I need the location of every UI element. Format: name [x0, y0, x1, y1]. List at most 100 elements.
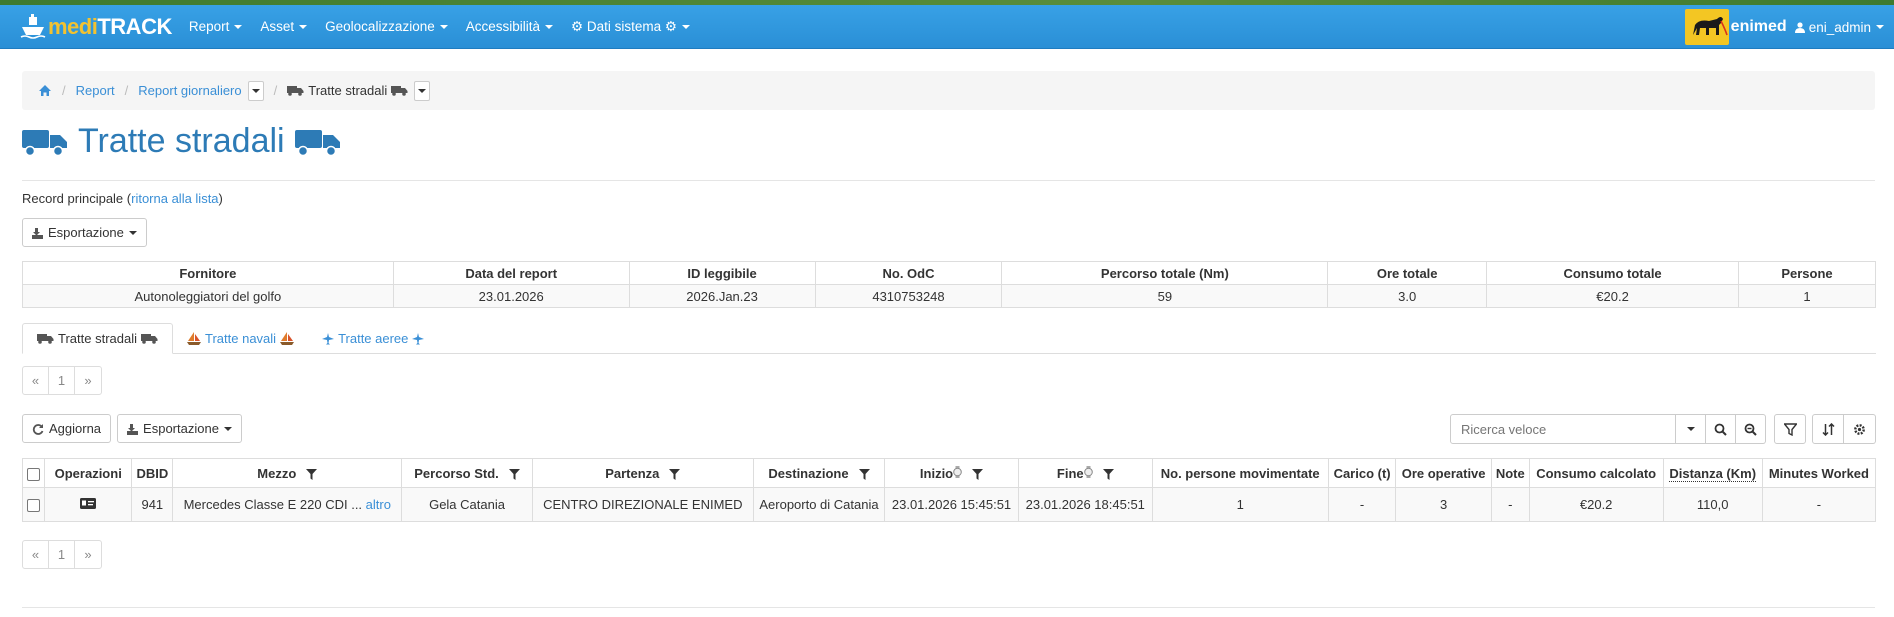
truck-icon	[141, 334, 158, 344]
watch-icon	[1083, 465, 1093, 478]
column-header-mezzo[interactable]: Mezzo	[172, 458, 403, 488]
clear-search-button[interactable]	[1736, 414, 1766, 444]
column-header-distanza[interactable]: Distanza (Km)	[1662, 458, 1763, 488]
sort-button[interactable]	[1812, 414, 1844, 444]
column-header[interactable]: Ore operative	[1395, 458, 1492, 488]
filter-icon[interactable]	[508, 468, 520, 480]
grid-export-button-label: Esportazione	[143, 421, 219, 436]
filter-icon[interactable]	[972, 468, 984, 480]
menu-asset[interactable]: Asset	[251, 5, 316, 49]
tab-tratte-aeree-label: Tratte aeree	[338, 331, 409, 346]
menu-report[interactable]: Report	[180, 5, 252, 49]
pagination-next[interactable]: »	[75, 367, 101, 394]
summary-header: Consumo totale	[1486, 261, 1739, 285]
chevron-down-icon	[1686, 427, 1695, 431]
row-checkbox[interactable]	[27, 499, 40, 513]
toolbar-right	[1450, 414, 1876, 444]
pagination-page[interactable]: 1	[49, 541, 75, 568]
summary-cell: 59	[1001, 284, 1329, 308]
column-header[interactable]: Note	[1490, 458, 1530, 488]
filter-icon[interactable]	[1102, 468, 1114, 480]
home-icon[interactable]	[38, 84, 52, 97]
menu-geolocalizzazione[interactable]: Geolocalizzazione	[316, 5, 457, 49]
filter-icon[interactable]	[858, 468, 870, 480]
column-header-destinazione[interactable]: Destinazione	[752, 458, 886, 488]
column-header[interactable]: Carico (t)	[1327, 458, 1397, 488]
pagination-page[interactable]: 1	[49, 367, 75, 394]
tab-tratte-stradali-label: Tratte stradali	[58, 331, 137, 346]
brand-name-part2: TRACK	[97, 13, 172, 39]
column-header[interactable]: DBID	[131, 458, 174, 488]
column-header[interactable]: No. persone movimentate	[1151, 458, 1329, 488]
brand-logo[interactable]: medi TRACK	[20, 5, 172, 49]
ore-cell: 3	[1395, 487, 1492, 522]
export-button[interactable]: Esportazione	[22, 218, 147, 247]
pagination-prev[interactable]: «	[23, 367, 49, 394]
sailboat-icon	[280, 332, 295, 345]
breadcrumb-report[interactable]: Report	[76, 83, 115, 98]
chevron-down-icon	[439, 24, 448, 29]
gear-icon	[1854, 423, 1865, 435]
destinazione-cell: Aeroporto di Catania	[752, 487, 886, 522]
search-button[interactable]	[1706, 414, 1736, 444]
navbar: medi TRACK Report Asset Geolocalizzazione…	[0, 5, 1894, 49]
summary-header: Percorso totale (Nm)	[1001, 261, 1329, 285]
breadcrumb-dropdown-button[interactable]	[414, 80, 431, 101]
column-header-label: Mezzo	[257, 465, 297, 481]
column-header-fine[interactable]: Fine	[1017, 458, 1153, 488]
mezzo-more-link[interactable]: altro	[366, 497, 391, 512]
pagination-prev[interactable]: «	[23, 541, 49, 568]
filter-icon[interactable]	[306, 468, 318, 480]
back-to-list-link[interactable]: ritorna alla lista	[131, 191, 218, 206]
chevron-down-icon	[251, 88, 260, 93]
ship-icon	[20, 13, 46, 39]
settings-button[interactable]	[1844, 414, 1876, 444]
column-header[interactable]: Minutes Worked	[1761, 458, 1877, 488]
menu-accessibilita[interactable]: Accessibilità	[457, 5, 562, 49]
distanza-cell: 110,0	[1662, 487, 1763, 522]
breadcrumb-dropdown-button[interactable]	[247, 80, 264, 101]
menu-dati-sistema[interactable]: ⚙ Dati sistema ⚙	[562, 5, 699, 49]
sort-icon	[1821, 422, 1835, 436]
column-header-percorso[interactable]: Percorso Std.	[401, 458, 533, 488]
chevron-down-icon	[1876, 25, 1884, 29]
column-header[interactable]: Operazioni	[43, 458, 133, 488]
summary-cell: 2026.Jan.23	[628, 284, 816, 308]
filter-icon[interactable]	[669, 468, 681, 480]
column-header-partenza[interactable]: Partenza	[531, 458, 754, 488]
breadcrumb-report-giornaliero[interactable]: Report giornaliero	[138, 83, 241, 98]
enimed-wordmark-part2: med	[1753, 18, 1787, 35]
refresh-button[interactable]: Aggiorna	[22, 414, 112, 443]
tab-tratte-navali[interactable]: Tratte navali	[173, 323, 308, 354]
tab-tratte-aeree[interactable]: Tratte aeree	[308, 323, 438, 354]
summary-header: Persone	[1737, 261, 1877, 285]
chevron-down-icon	[234, 24, 243, 29]
column-header-label: Fine	[1056, 465, 1084, 481]
brand-name-part1: medi	[48, 13, 98, 39]
id-card-icon[interactable]	[80, 498, 97, 509]
breadcrumb-separator: /	[62, 83, 66, 98]
tab-tratte-stradali[interactable]: Tratte stradali	[22, 323, 173, 354]
truck-icon	[37, 334, 54, 344]
pagination-next[interactable]: »	[75, 541, 101, 568]
operations-cell	[43, 487, 133, 522]
summary-table: Fornitore Data del report ID leggibile N…	[22, 261, 1877, 308]
column-header-inizio[interactable]: Inizio	[884, 458, 1019, 488]
truck-icon	[391, 86, 408, 96]
select-all-checkbox[interactable]	[27, 467, 40, 481]
summary-header: No. OdC	[814, 261, 1003, 285]
quick-search-input[interactable]	[1450, 414, 1676, 444]
fine-cell: 23.01.2026 18:45:51	[1017, 487, 1153, 522]
chevron-down-icon	[418, 88, 427, 93]
grid-export-button[interactable]: Esportazione	[117, 414, 242, 443]
watch-icon	[953, 465, 962, 478]
user-menu[interactable]: eni_admin	[1794, 20, 1884, 35]
main-menu: Report Asset Geolocalizzazione Accessibi…	[180, 5, 699, 49]
enimed-wordmark-part1: eni	[1730, 18, 1754, 35]
filter-button[interactable]	[1774, 414, 1806, 444]
search-options-button[interactable]	[1676, 414, 1706, 444]
tabs: Tratte stradali Tratte navali Tratte aer…	[22, 323, 1876, 354]
carico-cell: -	[1327, 487, 1397, 522]
summary-cell: Autonoleggiatori del golfo	[22, 284, 394, 308]
column-header[interactable]: Consumo calcolato	[1528, 458, 1664, 488]
